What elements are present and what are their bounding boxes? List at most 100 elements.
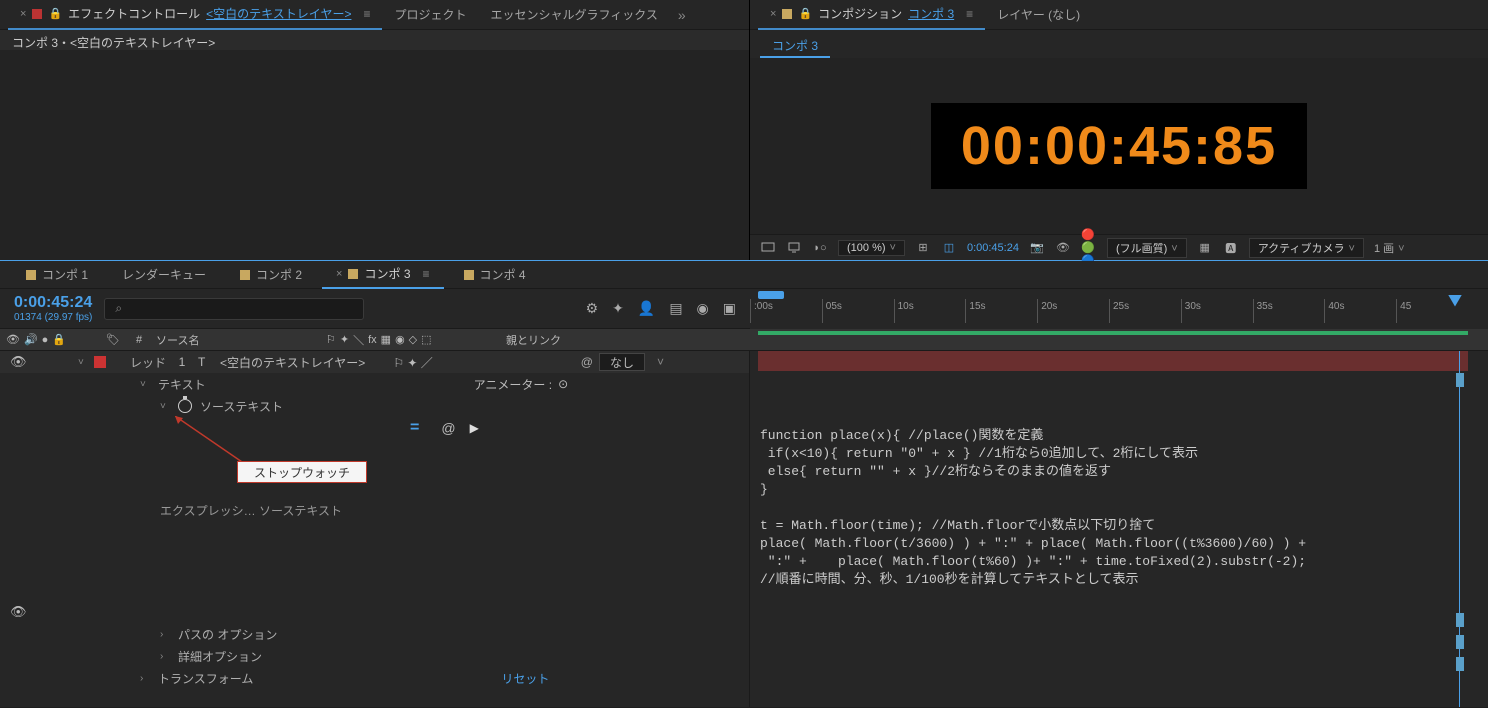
twirl-icon[interactable]: ˅ [160,401,170,412]
tl-tab-comp2[interactable]: コンポ 2 [226,261,316,289]
views-dropdown[interactable]: 1 画 [1374,240,1405,256]
ruler-tick: 20s [1037,299,1109,323]
resolution-icon[interactable]: ⊞ [915,240,931,256]
reset-button[interactable]: リセット [501,670,549,687]
tl-tab-comp4[interactable]: コンポ 4 [450,261,540,289]
tab-layer-link[interactable]: <空白のテキストレイヤー> [206,5,351,22]
twirl-icon[interactable]: ˅ [140,379,150,390]
layer-duration-bar[interactable] [758,351,1468,371]
close-icon[interactable]: × [20,8,26,20]
expression-label-row[interactable]: エクスプレッシ… ソーステキスト [0,499,749,521]
show-snapshot-icon[interactable]: 👁 [1055,240,1071,256]
mask-icon[interactable]: ◗○ [812,240,828,256]
lock-icon[interactable]: 🔒 [798,7,812,20]
tl-tab-comp1[interactable]: コンポ 1 [12,261,102,289]
composition-viewer[interactable]: 00:00:45:85 [750,58,1488,234]
expression-graph-icon[interactable]: ▶ [470,421,479,435]
comp-subtab-strip: コンポ 3 [750,34,1488,58]
timeline-track-area[interactable]: function place(x){ //place()関数を定義 if(x<1… [750,351,1488,707]
tab-essential-graphics[interactable]: エッセンシャルグラフィックス [478,0,669,30]
time-ruler[interactable]: :00s05s10s15s20s25s30s35s40s45 [750,289,1488,329]
expression-pickwhip-icon[interactable]: @ [441,420,455,436]
tab-composition[interactable]: × 🔒 コンポジション コンポ 3 ≡ [758,0,985,30]
number-column[interactable]: # [130,334,150,346]
transform-row[interactable]: ›トランスフォームリセット [0,667,749,689]
current-time[interactable]: 0:00:45:24 01374 (29.97 fps) [14,294,92,323]
viewer-time[interactable]: 0:00:45:24 [967,242,1019,254]
snapshot-icon[interactable]: 📷 [1029,240,1045,256]
ruler-tick: 05s [822,299,894,323]
rendered-timecode-layer: 00:00:45:85 [931,103,1307,189]
tab-layer[interactable]: レイヤー (なし) [985,0,1092,30]
lock-icon[interactable]: 🔒 [48,7,62,20]
source-text-row[interactable]: ˅ ソーステキスト [0,395,749,417]
expression-enable-icon[interactable]: = [410,419,419,437]
overflow-chevron-icon[interactable]: » [678,7,686,23]
close-icon[interactable]: × [770,8,776,20]
video-column-icon[interactable]: 👁 [6,333,20,346]
time-navigator[interactable] [758,291,784,299]
comp-flowchart-icon[interactable]: ⚙ [586,300,599,317]
quality-dropdown[interactable]: (フル画質) [1107,238,1187,258]
3d-icon[interactable]: 🅰 [1223,240,1239,256]
panel-menu-icon[interactable]: ≡ [966,7,973,21]
advanced-options-row[interactable]: ›詳細オプション [0,645,749,667]
motion-blur-icon[interactable]: ◉ [697,300,709,317]
camera-dropdown[interactable]: アクティブカメラ [1249,238,1364,258]
pickwhip-icon[interactable]: @ [581,355,593,369]
label-column-icon[interactable]: 🏷 [106,333,120,346]
graph-editor-icon[interactable]: ▣ [723,300,736,317]
channel-icon[interactable]: 🔴🟢🔵 [1081,240,1097,256]
comp-color-swatch [782,9,792,19]
tab-label: コンポジション [818,5,902,22]
time-marker-icon[interactable] [1456,635,1464,649]
tl-tab-comp3[interactable]: ×コンポ 3≡ [322,261,443,289]
annotation-arrow [175,416,255,466]
twirl-icon[interactable]: ˅ [78,357,88,368]
layer-name[interactable]: <空白のテキストレイヤー> [220,354,365,371]
tab-comp-link[interactable]: コンポ 3 [908,5,954,22]
roi-icon[interactable]: ◫ [941,240,957,256]
zoom-dropdown[interactable]: (100 %) [838,240,905,256]
switches[interactable]: ⚐ ✦ ／ [393,354,432,371]
text-layer-icon: T [198,355,212,369]
expression-editor[interactable]: function place(x){ //place()関数を定義 if(x<1… [760,427,1468,589]
tab-effect-controls[interactable]: × 🔒 エフェクトコントロール <空白のテキストレイヤー> ≡ [8,0,382,30]
path-options-row[interactable]: ›パスの オプション [0,623,749,645]
video-toggle-icon[interactable]: 👁 [10,354,26,370]
tl-tab-renderqueue[interactable]: レンダーキュー [108,261,220,289]
comp-subtab[interactable]: コンポ 3 [760,35,830,58]
tab-project[interactable]: プロジェクト [382,0,478,30]
text-group-row[interactable]: ˅ テキスト アニメーター :⊙ [0,373,749,395]
panel-menu-icon[interactable]: ≡ [363,7,370,21]
draft3d-icon[interactable]: ✦ [612,300,624,317]
monitor-icon[interactable] [786,240,802,256]
layer-tag: レッド [130,354,166,371]
stopwatch-icon[interactable] [178,399,192,413]
audio-column-icon[interactable]: 🔊 [24,333,38,346]
parent-column[interactable]: 親とリンク [500,332,567,348]
lock-column-icon[interactable]: 🔒 [52,333,66,346]
color-swatch [32,9,42,19]
video-toggle-icon[interactable]: 👁 [10,604,26,620]
time-marker-icon[interactable] [1456,613,1464,627]
layer-row[interactable]: 👁 ˅ レッド 1 T <空白のテキストレイヤー> ⚐ ✦ ／ @ なし ˅ [0,351,749,373]
time-marker-icon[interactable] [1456,657,1464,671]
frame-blend-icon[interactable]: ▤ [669,300,682,317]
time-marker-icon[interactable] [1456,373,1464,387]
ruler-tick: 25s [1109,299,1181,323]
parent-dropdown[interactable]: なし [599,353,645,371]
layer-search-input[interactable]: ⌕ [104,298,364,320]
shy-icon[interactable]: 👤 [638,300,655,317]
animator-add-icon[interactable]: ⊙ [558,377,568,391]
transparency-icon[interactable]: ▦ [1197,240,1213,256]
column-header: 👁 🔊 ● 🔒 🏷 # ソース名 ⚐✦＼fx▦◉◇⬚ 親とリンク [0,329,1488,351]
screen-icon[interactable] [760,240,776,256]
solo-column-icon[interactable]: ● [42,334,49,346]
annotation-callout: ストップウォッチ [237,461,367,483]
search-icon: ⌕ [115,301,122,316]
work-area-bar[interactable] [758,331,1468,335]
av-toggle-row: 👁 [0,601,749,623]
source-column[interactable]: ソース名 [150,332,320,348]
label-color[interactable] [94,356,106,368]
